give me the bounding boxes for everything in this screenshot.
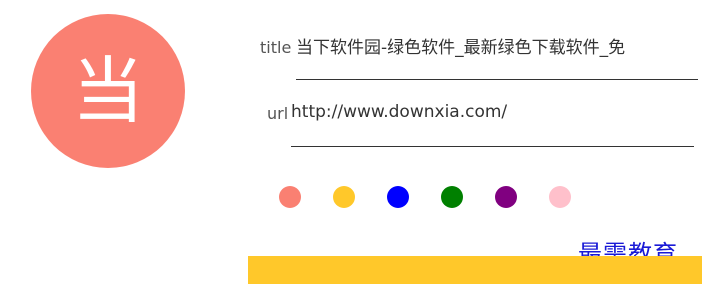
url-input[interactable] [291,100,694,147]
title-label: title [260,38,292,57]
swatch-blue[interactable] [387,186,409,208]
submit-button[interactable] [248,256,702,284]
title-input[interactable] [296,34,698,80]
color-swatches [279,186,571,208]
swatch-green[interactable] [441,186,463,208]
avatar: 当 [31,14,185,168]
swatch-purple[interactable] [495,186,517,208]
avatar-char: 当 [71,49,144,133]
url-label: url [267,104,289,123]
swatch-pink[interactable] [549,186,571,208]
swatch-salmon[interactable] [279,186,301,208]
swatch-gold[interactable] [333,186,355,208]
